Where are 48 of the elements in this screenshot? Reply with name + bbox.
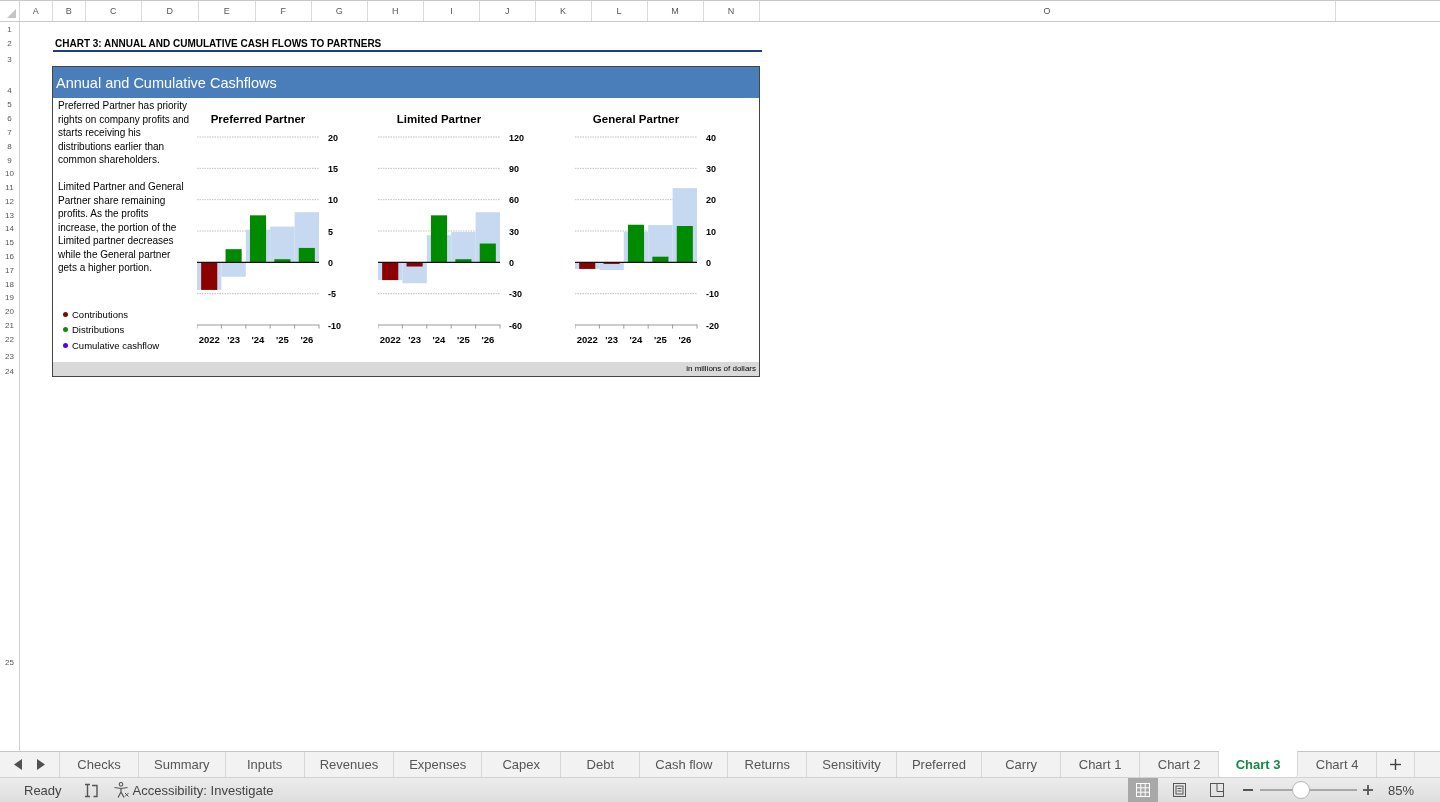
x-tick-label: '26 bbox=[678, 334, 692, 345]
y-tick-label: 15 bbox=[328, 163, 338, 174]
y-tick-label: 30 bbox=[509, 226, 519, 237]
legend-label: Distributions bbox=[72, 324, 125, 336]
x-tick-label: '26 bbox=[300, 334, 314, 345]
y-tick-label: 10 bbox=[328, 195, 338, 206]
y-tick-label: 40 bbox=[706, 132, 716, 143]
y-tick-label: -20 bbox=[706, 320, 719, 331]
x-tick-label: '24 bbox=[432, 334, 446, 345]
x-tick-label: '26 bbox=[481, 334, 495, 345]
y-tick-label: 60 bbox=[509, 195, 519, 206]
y-tick-label: 0 bbox=[328, 257, 333, 268]
sheet-heading: CHART 3: ANNUAL AND CUMULATIVE CASH FLOWS TO PARTNERS bbox=[53, 37, 762, 52]
y-tick-label: -10 bbox=[328, 320, 341, 331]
x-tick-label: '25 bbox=[654, 334, 667, 345]
status-text: Ready bbox=[24, 782, 62, 798]
legend-label: Cumulative cashflow bbox=[72, 339, 160, 351]
y-tick-label: -30 bbox=[509, 289, 522, 300]
x-tick-label: '23 bbox=[408, 334, 421, 345]
y-tick-label: 0 bbox=[509, 257, 514, 268]
y-tick-label: 120 bbox=[509, 132, 525, 143]
panel-title: Annual and Cumulative Cashflows bbox=[53, 67, 759, 98]
y-tick-label: -10 bbox=[706, 289, 719, 300]
x-tick-label: '25 bbox=[457, 334, 470, 345]
x-tick-label: 2022 bbox=[198, 334, 220, 345]
x-tick-label: 2022 bbox=[379, 334, 401, 345]
y-tick-label: -60 bbox=[509, 320, 522, 331]
panel-footnote: in millions of dollars bbox=[53, 362, 759, 376]
description-text: Limited Partner and General Partner share remaining profits. As the profits increase, the portion of the Limited partner decreases while the General partner gets a higher portion. bbox=[58, 180, 185, 275]
x-tick-label: '24 bbox=[629, 334, 643, 345]
y-tick-label: 90 bbox=[509, 163, 519, 174]
x-tick-label: '23 bbox=[605, 334, 618, 345]
y-tick-label: 30 bbox=[706, 163, 716, 174]
y-tick-label: 5 bbox=[328, 226, 333, 237]
chart-title: General Partner bbox=[591, 112, 681, 127]
x-tick-label: '25 bbox=[276, 334, 289, 345]
y-tick-label: 0 bbox=[706, 257, 711, 268]
legend-label: Contributions bbox=[72, 308, 128, 320]
x-tick-label: '23 bbox=[227, 334, 240, 345]
chart-title: Preferred Partner bbox=[209, 112, 307, 127]
y-tick-label: 10 bbox=[706, 226, 716, 237]
y-tick-label: 20 bbox=[328, 132, 338, 143]
description-text: Preferred Partner has priority rights on company profits and starts receiving his distributions earlier than common shareholders. bbox=[58, 99, 191, 167]
chart-title: Limited Partner bbox=[395, 112, 483, 127]
y-tick-label: -5 bbox=[328, 289, 336, 300]
y-tick-label: 20 bbox=[706, 195, 716, 206]
x-tick-label: '24 bbox=[251, 334, 265, 345]
x-tick-label: 2022 bbox=[576, 334, 598, 345]
